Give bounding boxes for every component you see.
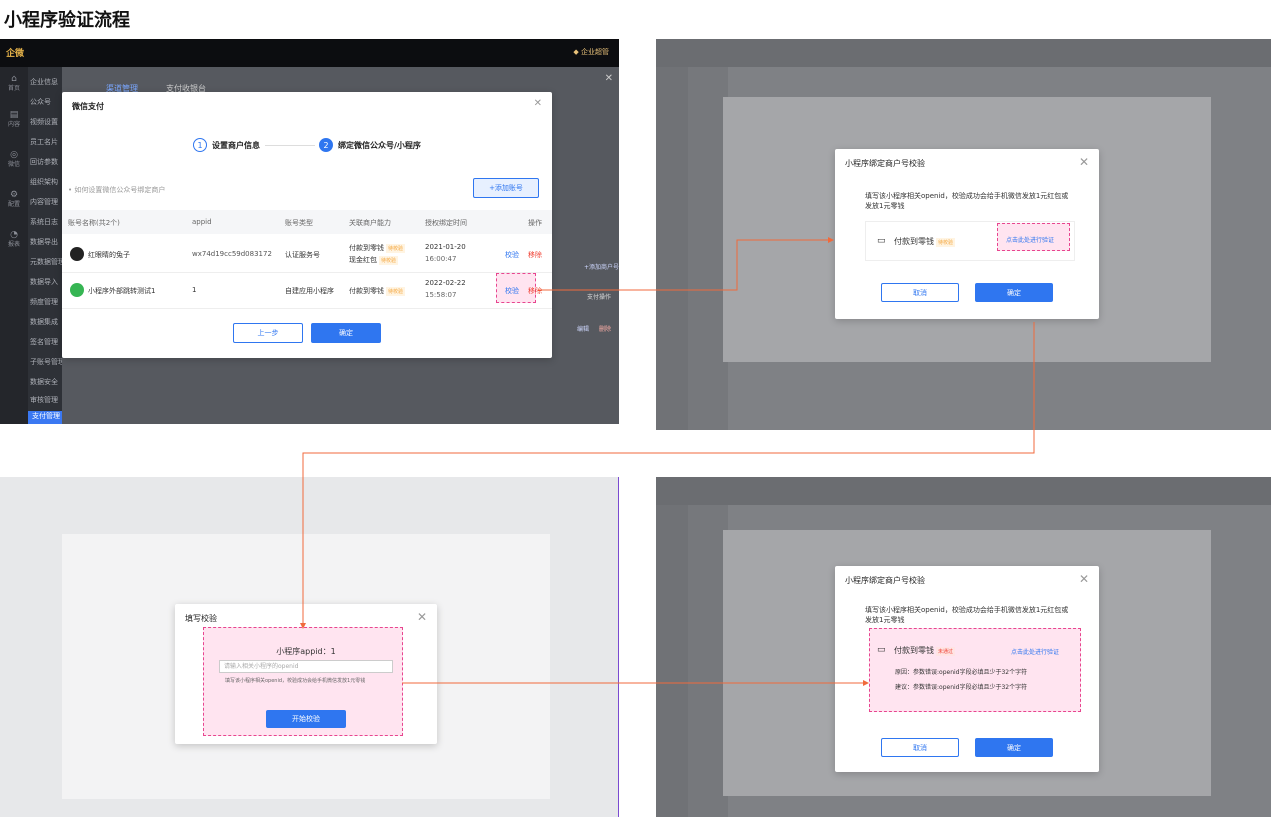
arrow-2 bbox=[300, 322, 1035, 629]
arrow-1 bbox=[538, 237, 834, 291]
flow-arrows bbox=[300, 237, 1035, 686]
